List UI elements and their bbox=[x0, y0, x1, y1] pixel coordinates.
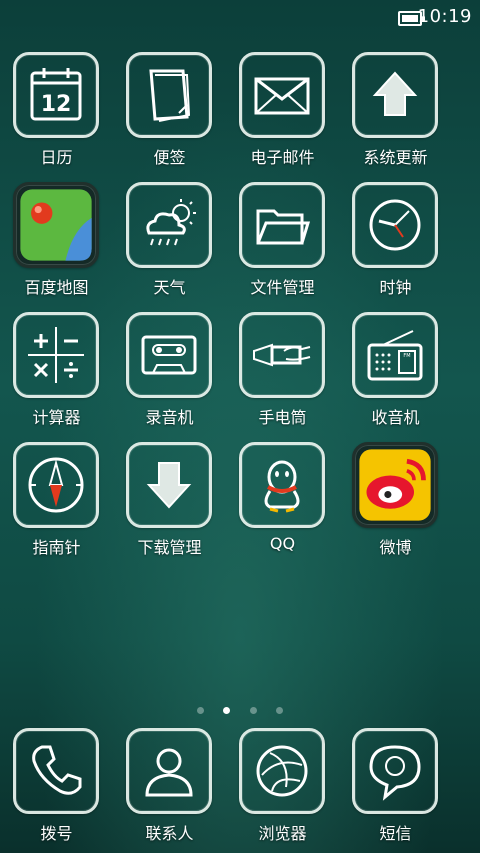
weather-tile[interactable] bbox=[126, 182, 212, 268]
app-label: 指南针 bbox=[32, 538, 81, 557]
phone-icon bbox=[32, 745, 82, 795]
app-qq[interactable]: QQ bbox=[226, 442, 339, 562]
cassette-tile[interactable] bbox=[126, 312, 212, 398]
app-label: 手电筒 bbox=[258, 408, 307, 427]
app-label: 时钟 bbox=[379, 278, 412, 297]
update-tile[interactable] bbox=[352, 52, 438, 138]
app-radio[interactable]: FM 收音机 bbox=[339, 312, 452, 432]
notes-icon bbox=[149, 69, 191, 122]
app-label: 计算器 bbox=[32, 408, 81, 427]
download-tile[interactable] bbox=[126, 442, 212, 528]
app-weibo[interactable]: 微博 bbox=[339, 442, 452, 562]
app-label: 浏览器 bbox=[258, 824, 307, 843]
weibo-icon bbox=[359, 449, 431, 521]
calendar-date: 12 bbox=[41, 92, 72, 117]
app-label: 短信 bbox=[379, 824, 412, 843]
app-recorder[interactable]: 录音机 bbox=[113, 312, 226, 432]
app-label: 拨号 bbox=[40, 824, 73, 843]
dock-messages[interactable]: 短信 bbox=[339, 728, 452, 848]
app-label: 系统更新 bbox=[363, 148, 428, 167]
browser-tile[interactable] bbox=[239, 728, 325, 814]
app-baidu-map[interactable]: 百度地图 bbox=[0, 182, 113, 302]
dock-browser[interactable]: 浏览器 bbox=[226, 728, 339, 848]
folder-icon bbox=[256, 209, 311, 245]
map-tile[interactable] bbox=[13, 182, 99, 268]
app-weather[interactable]: 天气 bbox=[113, 182, 226, 302]
email-tile[interactable] bbox=[239, 52, 325, 138]
app-label: 电子邮件 bbox=[250, 148, 315, 167]
download-icon bbox=[146, 462, 192, 509]
app-label: QQ bbox=[269, 534, 296, 553]
calculator-tile[interactable] bbox=[13, 312, 99, 398]
dock: 拨号 联系人 浏览器 短信 bbox=[0, 728, 480, 853]
weather-icon bbox=[146, 199, 196, 246]
cassette-icon bbox=[141, 335, 197, 375]
app-compass[interactable]: 指南针 bbox=[0, 442, 113, 562]
map-icon bbox=[20, 189, 92, 261]
app-label: 微博 bbox=[379, 538, 412, 557]
email-icon bbox=[254, 77, 310, 115]
radio-icon: FM bbox=[367, 330, 423, 381]
folder-tile[interactable] bbox=[239, 182, 325, 268]
message-icon bbox=[369, 745, 421, 801]
app-calendar[interactable]: 12 日历 bbox=[0, 52, 113, 172]
calculator-icon bbox=[28, 327, 84, 383]
app-email[interactable]: 电子邮件 bbox=[226, 52, 339, 172]
phone-tile[interactable] bbox=[13, 728, 99, 814]
page-dot[interactable] bbox=[197, 707, 205, 714]
clock-icon bbox=[369, 199, 421, 251]
compass-icon bbox=[28, 457, 84, 513]
status-time: 10:19 bbox=[417, 6, 472, 27]
app-clock[interactable]: 时钟 bbox=[339, 182, 452, 302]
contact-tile[interactable] bbox=[126, 728, 212, 814]
notes-tile[interactable] bbox=[126, 52, 212, 138]
app-calculator[interactable]: 计算器 bbox=[0, 312, 113, 432]
app-notes[interactable]: 便签 bbox=[113, 52, 226, 172]
page-dot-active[interactable] bbox=[223, 707, 231, 714]
browser-icon bbox=[256, 745, 308, 797]
app-file-manager[interactable]: 文件管理 bbox=[226, 182, 339, 302]
status-bar: 10:19 bbox=[0, 0, 480, 36]
flashlight-icon bbox=[253, 343, 311, 367]
qq-penguin-icon bbox=[264, 460, 300, 513]
app-label: 文件管理 bbox=[250, 278, 315, 297]
app-download-manager[interactable]: 下载管理 bbox=[113, 442, 226, 562]
app-system-update[interactable]: 系统更新 bbox=[339, 52, 452, 172]
app-flashlight[interactable]: 手电筒 bbox=[226, 312, 339, 432]
calendar-tile[interactable]: 12 bbox=[13, 52, 99, 138]
qq-tile[interactable] bbox=[239, 442, 325, 528]
page-dot[interactable] bbox=[249, 707, 257, 714]
update-arrow-icon bbox=[372, 71, 418, 116]
app-label: 录音机 bbox=[145, 408, 194, 427]
app-label: 天气 bbox=[153, 278, 186, 297]
flashlight-tile[interactable] bbox=[239, 312, 325, 398]
app-label: 便签 bbox=[153, 148, 186, 167]
clock-tile[interactable] bbox=[352, 182, 438, 268]
page-dot[interactable] bbox=[275, 707, 283, 714]
dock-contacts[interactable]: 联系人 bbox=[113, 728, 226, 848]
calendar-icon: 12 bbox=[30, 68, 82, 121]
weibo-tile[interactable] bbox=[352, 442, 438, 528]
page-indicator[interactable] bbox=[0, 699, 480, 718]
radio-tile[interactable]: FM bbox=[352, 312, 438, 398]
app-label: 下载管理 bbox=[137, 538, 202, 557]
app-label: 百度地图 bbox=[24, 278, 89, 297]
dock-phone[interactable]: 拨号 bbox=[0, 728, 113, 848]
app-label: 收音机 bbox=[371, 408, 420, 427]
app-label: 联系人 bbox=[145, 824, 194, 843]
radio-fm-label: FM bbox=[403, 353, 410, 359]
compass-tile[interactable] bbox=[13, 442, 99, 528]
contact-icon bbox=[145, 748, 193, 797]
message-tile[interactable] bbox=[352, 728, 438, 814]
app-label: 日历 bbox=[40, 148, 73, 167]
